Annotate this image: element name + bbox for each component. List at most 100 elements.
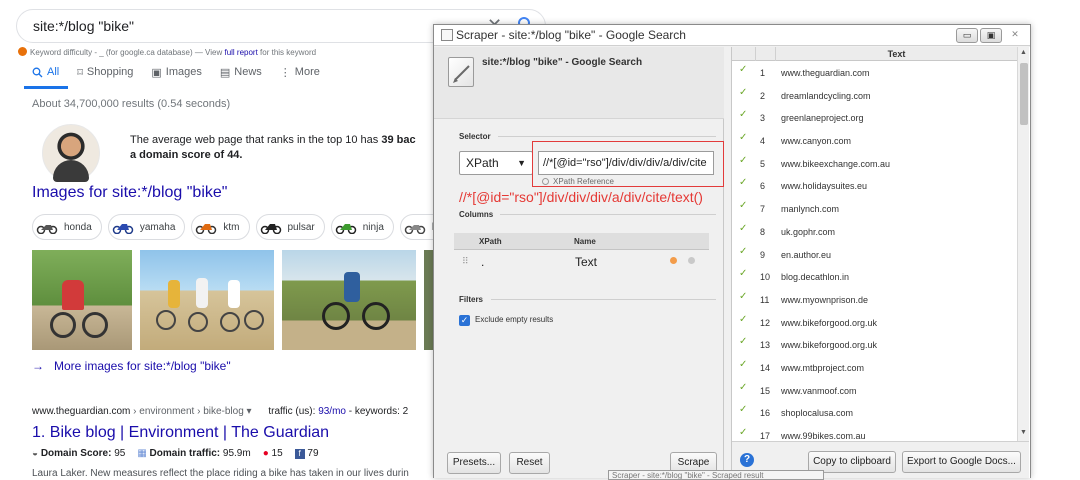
full-report-link[interactable]: full report bbox=[224, 48, 257, 57]
image-chip-row: honda yamaha ktm pulsar ninja hero bbox=[32, 214, 462, 240]
motorbike-icon bbox=[36, 220, 58, 235]
table-row[interactable]: ✓ 7 manlynch.com bbox=[732, 197, 1017, 220]
info-icon bbox=[542, 178, 549, 185]
tab-shopping[interactable]: ⌑ Shopping bbox=[77, 64, 133, 80]
remove-column-icon[interactable] bbox=[688, 257, 695, 264]
selector-section-label: Selector bbox=[459, 132, 491, 141]
image-thumbnail[interactable] bbox=[32, 250, 132, 350]
table-row[interactable]: ✓ 9 en.author.eu bbox=[732, 243, 1017, 266]
help-icon[interactable]: ? bbox=[740, 453, 754, 467]
results-grid-header: Text bbox=[732, 47, 1017, 61]
export-google-docs-button[interactable]: Export to Google Docs... bbox=[902, 451, 1021, 473]
table-row[interactable]: ✓ 4 www.canyon.com bbox=[732, 129, 1017, 152]
pinterest-icon: ● bbox=[262, 448, 269, 459]
tab-more[interactable]: ⋮ More bbox=[280, 64, 320, 80]
image-thumbnail[interactable] bbox=[140, 250, 274, 350]
table-row[interactable]: ✓ 12 www.bikeforgood.org.uk bbox=[732, 311, 1017, 334]
column-name-field[interactable]: Text bbox=[575, 255, 597, 269]
scraper-window: Scraper - site:*/blog "bike" - Google Se… bbox=[433, 24, 1031, 478]
close-icon[interactable]: ✕ bbox=[1004, 28, 1026, 43]
table-row[interactable]: ✓ 13 www.bikeforgood.org.uk bbox=[732, 333, 1017, 356]
column-row[interactable]: ⠿ . Text bbox=[454, 250, 709, 274]
selector-type-select[interactable]: XPath ▼ bbox=[459, 151, 533, 175]
document-edit-icon bbox=[448, 57, 474, 87]
table-row[interactable]: ✓ 10 blog.decathlon.in bbox=[732, 265, 1017, 288]
search-icon bbox=[32, 67, 43, 77]
results-grid: ✓ 1 www.theguardian.com ✓ 2 dreamlandcycling… bbox=[732, 61, 1017, 441]
images-heading[interactable]: Images for site:*/blog "bike" bbox=[32, 184, 227, 202]
table-row[interactable]: ✓ 14 www.mtbproject.com bbox=[732, 356, 1017, 379]
results-pane: Text ✓ 1 www.theguardian.com ✓ 2 dreamlandcy… bbox=[731, 47, 1030, 478]
exclude-empty-checkbox[interactable]: ✓ bbox=[459, 315, 470, 326]
edit-pencil-icon: ✓ bbox=[739, 222, 748, 234]
minimize-icon[interactable]: ▭ bbox=[956, 28, 978, 43]
arrow-right-icon: → bbox=[32, 359, 44, 373]
motorbike-icon bbox=[195, 220, 217, 235]
chip-honda[interactable]: honda bbox=[32, 214, 102, 240]
tab-news[interactable]: ▤ News bbox=[220, 64, 262, 80]
drag-handle-icon[interactable]: ⠿ bbox=[462, 256, 469, 267]
reset-button[interactable]: Reset bbox=[509, 452, 550, 474]
add-column-icon[interactable] bbox=[670, 257, 677, 264]
result-title-link[interactable]: 1. Bike blog | Environment | The Guardia… bbox=[32, 424, 329, 442]
taskbar-tooltip: Scraper - site:*/blog "bike" - Scraped r… bbox=[608, 470, 824, 480]
traffic-icon: ▦ bbox=[137, 448, 147, 459]
chip-ktm[interactable]: ktm bbox=[191, 214, 250, 240]
xpath-input[interactable]: //*[@id="rso"]/div/div/div/a/div/cite bbox=[538, 151, 714, 175]
table-row[interactable]: ✓ 3 greenlaneproject.org bbox=[732, 106, 1017, 129]
active-tab-indicator bbox=[24, 86, 68, 89]
chip-ninja[interactable]: ninja bbox=[330, 214, 394, 240]
edit-pencil-icon: ✓ bbox=[739, 245, 748, 257]
xpath-annotation: //*[@id="rso"]/div/div/div/a/div/cite/te… bbox=[459, 189, 703, 205]
table-row[interactable]: ✓ 6 www.holidaysuites.eu bbox=[732, 174, 1017, 197]
result-cite: www.theguardian.com › environment › bike… bbox=[32, 406, 409, 417]
page-title: site:*/blog "bike" - Google Search bbox=[482, 57, 643, 68]
more-images-link[interactable]: → More images for site:*/blog "bike" bbox=[32, 359, 231, 373]
divider bbox=[491, 299, 716, 300]
table-row[interactable]: ✓ 8 uk.gophr.com bbox=[732, 220, 1017, 243]
more-vert-icon: ⋮ bbox=[279, 66, 291, 79]
motorbike-icon bbox=[260, 220, 282, 235]
scroll-down-icon[interactable]: ▼ bbox=[1020, 429, 1027, 436]
xpath-reference-link[interactable]: XPath Reference bbox=[542, 177, 614, 186]
window-title: Scraper - site:*/blog "bike" - Google Se… bbox=[456, 28, 686, 42]
table-row[interactable]: ✓ 17 www.99bikes.com.au bbox=[732, 424, 1017, 441]
chip-pulsar[interactable]: pulsar bbox=[255, 214, 325, 240]
table-row[interactable]: ✓ 1 www.theguardian.com bbox=[732, 61, 1017, 84]
search-input[interactable]: site:*/blog "bike" bbox=[33, 18, 134, 34]
results-scrollbar[interactable]: ▲ ▼ bbox=[1017, 47, 1029, 441]
edit-pencil-icon: ✓ bbox=[739, 200, 748, 212]
table-row[interactable]: ✓ 11 www.myownprison.de bbox=[732, 288, 1017, 311]
chip-yamaha[interactable]: yamaha bbox=[107, 214, 186, 240]
maximize-icon[interactable]: ▣ bbox=[980, 28, 1002, 43]
newspaper-icon: ▤ bbox=[219, 66, 231, 79]
edit-pencil-icon: ✓ bbox=[739, 381, 748, 393]
edit-pencil-icon: ✓ bbox=[739, 64, 748, 75]
presets-button[interactable]: Presets... bbox=[447, 452, 501, 474]
result-stats: About 34,700,000 results (0.54 seconds) bbox=[32, 98, 231, 110]
table-row[interactable]: ✓ 2 dreamlandcycling.com bbox=[732, 84, 1017, 107]
tab-images[interactable]: ▣ Images bbox=[151, 64, 201, 80]
table-row[interactable]: ✓ 16 shoplocalusa.com bbox=[732, 401, 1017, 424]
text-column-header[interactable]: Text bbox=[776, 49, 1017, 59]
window-titlebar[interactable]: Scraper - site:*/blog "bike" - Google Se… bbox=[434, 25, 1030, 46]
columns-header: XPath Name bbox=[454, 233, 709, 250]
table-row[interactable]: ✓ 5 www.bikeexchange.com.au bbox=[732, 152, 1017, 175]
image-thumbnail[interactable] bbox=[282, 250, 416, 350]
edit-pencil-icon: ✓ bbox=[739, 177, 748, 189]
edit-pencil-icon: ✓ bbox=[739, 404, 748, 416]
scroll-thumb[interactable] bbox=[1020, 63, 1028, 125]
scroll-up-icon[interactable]: ▲ bbox=[1020, 49, 1027, 56]
scraper-app-icon bbox=[441, 29, 453, 41]
result-snippet: Laura Laker. New measures reflect the pl… bbox=[32, 468, 409, 479]
edit-pencil-icon: ✓ bbox=[739, 86, 748, 98]
tab-all[interactable]: All bbox=[32, 64, 59, 80]
table-row[interactable]: ✓ 15 www.vanmoof.com bbox=[732, 379, 1017, 402]
edit-pencil-icon: ✓ bbox=[739, 154, 748, 166]
image-thumbnails bbox=[32, 250, 436, 350]
filters-section-label: Filters bbox=[459, 295, 484, 304]
column-xpath-field[interactable]: . bbox=[481, 255, 484, 269]
columns-section-label: Columns bbox=[459, 210, 494, 219]
scraper-settings-pane: site:*/blog "bike" - Google Search Selec… bbox=[434, 47, 724, 478]
edit-pencil-icon: ✓ bbox=[739, 336, 748, 348]
